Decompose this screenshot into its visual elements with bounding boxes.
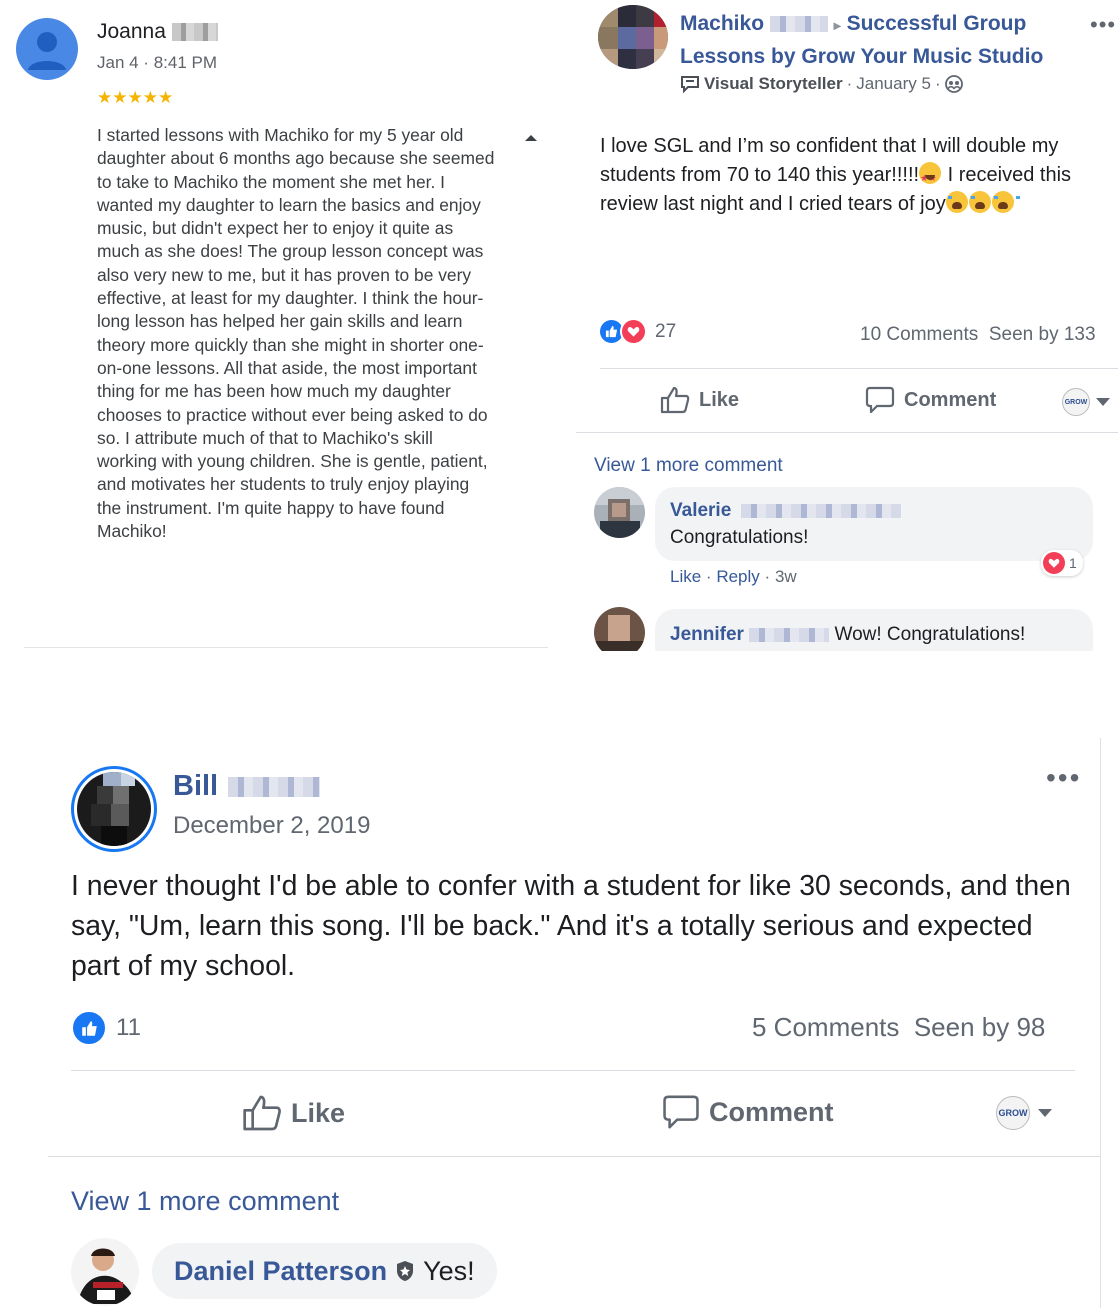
seen-by-count[interactable]: Seen by 133 [989,324,1096,345]
author-avatar[interactable] [71,766,157,852]
comment-text: Wow! Congratulations! [834,624,1026,645]
post-header: Machiko ▸ Successful Group Lessons by Gr… [680,8,1080,72]
comment-like-link[interactable]: Like [670,567,701,586]
post-text: I love SGL and I’m so confident that I w… [600,132,1112,219]
comment-button[interactable]: Comment [662,1094,834,1130]
comment-bubble: Daniel Patterson Yes! [152,1243,497,1299]
comment-actions: Like · Reply · 3w [670,567,797,586]
star-struck-emoji-icon [919,162,942,193]
collapse-caret-icon[interactable] [524,134,538,142]
reactions-summary[interactable]: 11 [71,1010,141,1046]
post-as-selector[interactable]: GROW [1062,388,1110,416]
visual-storyteller-badge[interactable]: Visual Storyteller [704,74,843,94]
divider [576,432,1118,433]
reaction-count: 11 [116,1014,141,1041]
review-text: I started lessons with Machiko for my 5 … [97,125,495,542]
redacted-surname [740,503,901,518]
author-name[interactable]: Machiko [680,12,828,35]
group-audience-icon [944,75,963,93]
reaction-count: 27 [655,320,677,342]
like-button[interactable]: Like [660,386,739,414]
seen-by-count[interactable]: Seen by 98 [914,1012,1046,1042]
divider [48,1156,1101,1157]
commenter-name[interactable]: Valerie [670,500,901,522]
grow-logo-icon: GROW [996,1096,1030,1130]
chevron-down-icon [1038,1109,1052,1117]
crying-emoji-icon [945,191,974,213]
divider [71,1070,1075,1071]
star-rating: ★★★★★ [97,88,174,107]
comment-button[interactable]: Comment [865,386,996,414]
post-meta: Visual Storyteller · January 5 · [680,74,963,94]
like-button[interactable]: Like [242,1094,345,1132]
comment-text: Yes! [423,1255,475,1286]
commenter-avatar[interactable] [594,487,645,538]
commenter-avatar[interactable] [71,1238,139,1306]
author-name[interactable]: Bill [173,770,321,803]
redacted-surname [171,23,218,42]
crying-emoji-icon [968,191,997,213]
comment-bubble-icon [663,1095,699,1129]
reviewer-avatar [16,18,78,80]
view-more-comments-link[interactable]: View 1 more comment [71,1186,339,1217]
love-reaction-icon [620,318,647,345]
thumbs-up-icon [243,1095,281,1131]
chevron-down-icon [1096,398,1110,406]
crying-emoji-icon [991,191,1020,213]
redacted-surname [749,627,830,642]
more-options-icon[interactable]: ••• [1046,762,1081,794]
admin-shield-icon [397,1261,414,1281]
thumbs-up-icon [660,386,690,414]
redacted-surname [769,16,828,33]
redacted-surname [228,777,321,798]
comment-bubble [655,487,1093,561]
person-icon [28,32,66,70]
comments-count-link[interactable]: 10 Comments [860,324,978,345]
like-reaction-icon [71,1010,107,1046]
comment-reaction-badge[interactable]: 1 [1041,550,1083,576]
view-more-comments-link[interactable]: View 1 more comment [594,455,783,477]
love-reaction-icon [1043,552,1065,574]
post-stats: 5 Comments Seen by 98 [752,1012,1045,1043]
grow-logo-icon: GROW [1062,388,1090,416]
post-as-selector[interactable]: GROW [996,1096,1052,1130]
reviewer-name[interactable]: Joanna [97,20,218,44]
divider [24,647,548,648]
commenter-name[interactable]: Daniel Patterson [174,1256,387,1287]
post-stats: 10 Comments Seen by 133 [860,324,1096,346]
comment-age[interactable]: 3w [775,567,797,586]
post-text: I never thought I'd be able to confer wi… [71,870,1071,982]
comment-text: Congratulations! [670,527,809,548]
comment-reply-link[interactable]: Reply [716,567,759,586]
arrow-right-icon: ▸ [833,17,841,33]
review-date: Jan 4 · 8:41 PM [97,53,218,72]
post-date[interactable]: January 5 [856,74,931,94]
author-avatar[interactable] [598,5,668,69]
commenter-name[interactable]: Jennifer [670,624,830,645]
comment-bubble-icon [865,386,895,414]
clip-mask [576,651,1118,681]
comments-count-link[interactable]: 5 Comments [752,1012,899,1042]
divider [600,368,1118,369]
reactions-summary[interactable]: 27 [598,318,676,345]
comment-line: Jennifer Wow! Congratulations! [670,624,1025,646]
post-date[interactable]: December 2, 2019 [173,812,370,840]
more-options-icon[interactable]: ••• [1090,12,1116,38]
speech-bubble-badge-icon [681,76,699,93]
